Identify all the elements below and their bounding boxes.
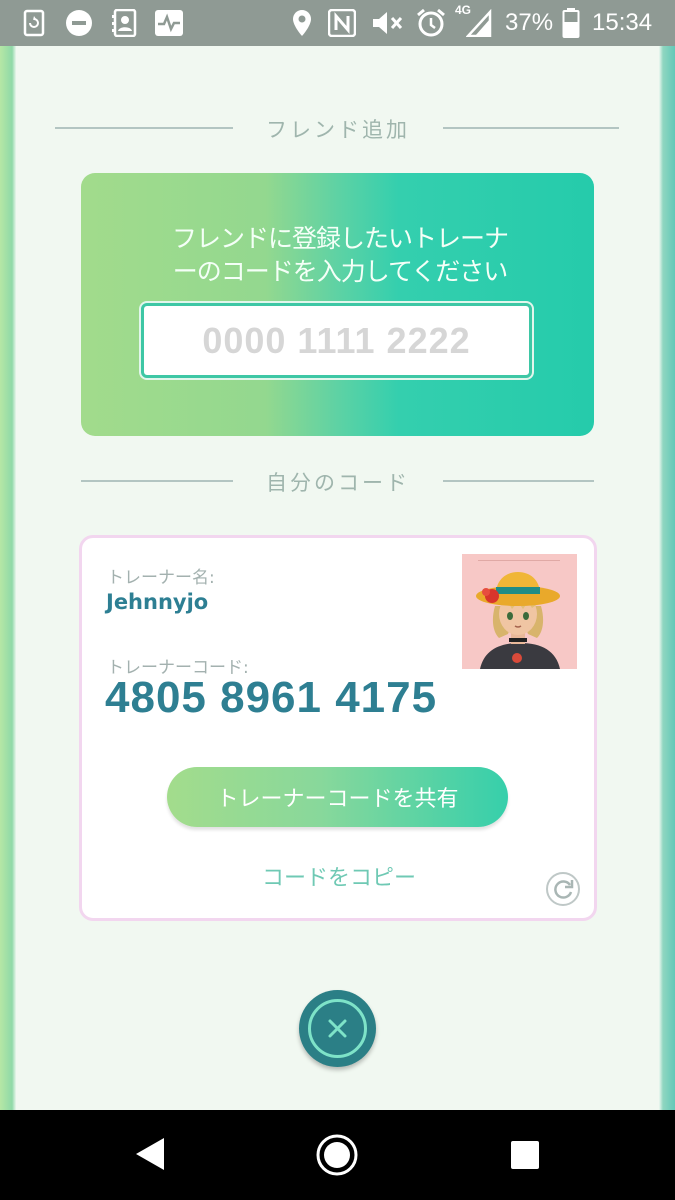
location-icon xyxy=(291,9,313,37)
divider-left xyxy=(81,480,233,482)
trainer-name-label: トレーナー名: xyxy=(107,568,215,588)
recents-icon[interactable] xyxy=(510,1140,540,1170)
back-icon[interactable] xyxy=(134,1136,166,1172)
close-icon xyxy=(328,1019,347,1038)
trainer-name: Jehnnyjo xyxy=(106,590,209,614)
add-friend-message-line1: フレンドに登録したいトレーナ xyxy=(171,224,509,253)
do-not-disturb-icon xyxy=(64,9,94,37)
close-button[interactable] xyxy=(299,990,376,1067)
refresh-icon[interactable] xyxy=(545,871,581,907)
contacts-icon xyxy=(110,9,140,37)
divider-right xyxy=(443,127,619,129)
my-code-title: 自分のコード xyxy=(266,471,410,495)
screen-rotate-icon xyxy=(22,9,46,37)
divider-left xyxy=(55,127,233,129)
battery-icon xyxy=(562,8,580,38)
avatar xyxy=(462,554,577,669)
add-friend-message-line2: ーのコードを入力してください xyxy=(172,257,509,286)
navigation-bar xyxy=(0,1110,675,1200)
share-trainer-code-button[interactable]: トレーナーコードを共有 xyxy=(167,767,508,827)
add-friend-message: フレンドに登録したいトレーナ ーのコードを入力してください xyxy=(140,222,540,288)
copy-code-link[interactable]: コードをコピー xyxy=(227,860,451,892)
status-bar: 4G 37% 15:34 xyxy=(0,0,675,46)
home-icon[interactable] xyxy=(316,1134,358,1176)
alarm-icon xyxy=(416,8,446,37)
trainer-code-input[interactable] xyxy=(141,303,532,378)
divider-right xyxy=(443,480,594,482)
mute-icon xyxy=(370,9,406,37)
trainer-code: 4805 8961 4175 xyxy=(105,673,438,722)
clock: 15:34 xyxy=(592,9,653,36)
signal-icon xyxy=(466,9,492,37)
add-friend-title: フレンド追加 xyxy=(266,118,410,142)
nfc-icon xyxy=(327,9,357,37)
battery-percent: 37% xyxy=(505,9,554,36)
activity-icon xyxy=(153,9,185,37)
